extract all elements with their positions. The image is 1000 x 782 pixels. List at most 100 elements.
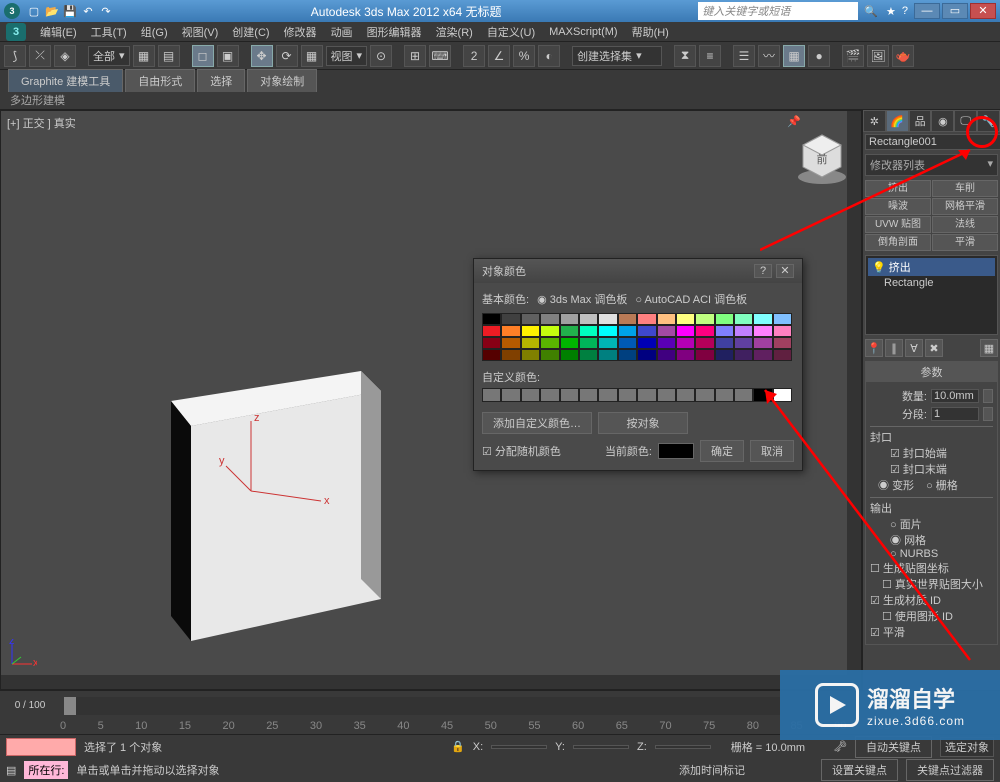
color-swatch[interactable] — [657, 313, 676, 325]
color-swatch[interactable] — [637, 313, 656, 325]
dialog-help-button[interactable]: ? — [754, 264, 772, 278]
named-sel-set[interactable]: 创建选择集 ▾ — [572, 46, 662, 66]
mod-lathe[interactable]: 车削 — [932, 180, 998, 197]
color-swatch[interactable] — [540, 337, 559, 349]
pivot-icon[interactable]: ⊙ — [370, 45, 392, 67]
unlink-icon[interactable]: ⤫ — [29, 45, 51, 67]
rotate-icon[interactable]: ⟳ — [276, 45, 298, 67]
color-swatch[interactable] — [579, 349, 598, 361]
mirror-icon[interactable]: ⧗ — [674, 45, 696, 67]
color-swatch[interactable] — [482, 349, 501, 361]
snap-pct-icon[interactable]: % — [513, 45, 535, 67]
realworld-check[interactable]: 真实世界贴图大小 — [870, 576, 993, 592]
select-rect-icon[interactable]: ◻ — [192, 45, 214, 67]
star-icon[interactable]: ★ — [886, 5, 896, 18]
pal-aci-radio[interactable]: AutoCAD ACI 调色板 — [635, 291, 747, 307]
coord-y[interactable] — [573, 745, 629, 749]
color-swatch[interactable] — [618, 313, 637, 325]
tab-display-icon[interactable]: 🖵 — [954, 110, 977, 132]
mod-extrude[interactable]: 挤出 — [865, 180, 931, 197]
tab-create-icon[interactable]: ✲ — [863, 110, 886, 132]
cap-start-check[interactable]: 封口始端 — [870, 445, 993, 461]
custom-swatch[interactable] — [482, 388, 501, 402]
modifier-stack[interactable]: 💡 挤出 Rectangle — [865, 255, 998, 335]
color-swatch[interactable] — [560, 337, 579, 349]
move-icon[interactable]: ✥ — [251, 45, 273, 67]
color-swatch[interactable] — [540, 325, 559, 337]
window-crossing-icon[interactable]: ▣ — [217, 45, 239, 67]
color-swatch[interactable] — [695, 349, 714, 361]
patch-radio[interactable]: 面片 — [870, 516, 993, 532]
color-swatch[interactable] — [501, 337, 520, 349]
color-swatch[interactable] — [482, 325, 501, 337]
mod-noise[interactable]: 噪波 — [865, 198, 931, 215]
color-swatch[interactable] — [753, 349, 772, 361]
current-color-swatch[interactable] — [658, 443, 694, 459]
color-swatch[interactable] — [715, 325, 734, 337]
lock-icon[interactable]: 🔒 — [451, 740, 465, 753]
color-swatch[interactable] — [598, 349, 617, 361]
color-swatch[interactable] — [753, 337, 772, 349]
color-swatch[interactable] — [773, 313, 792, 325]
bind-icon[interactable]: ◈ — [54, 45, 76, 67]
add-custom-button[interactable]: 添加自定义颜色… — [482, 412, 592, 434]
menu-tools[interactable]: 工具(T) — [91, 24, 127, 40]
by-object-button[interactable]: 按对象 — [598, 412, 688, 434]
cap-end-check[interactable]: 封口末端 — [870, 461, 993, 477]
tab-freeform[interactable]: 自由形式 — [125, 69, 195, 92]
layers-icon[interactable]: ☰ — [733, 45, 755, 67]
menu-graph[interactable]: 图形编辑器 — [367, 24, 422, 40]
amount-input[interactable]: 10.0mm — [931, 389, 979, 403]
scale-icon[interactable]: ▦ — [301, 45, 323, 67]
color-swatch[interactable] — [715, 349, 734, 361]
menu-animation[interactable]: 动画 — [331, 24, 353, 40]
mod-normal[interactable]: 法线 — [932, 216, 998, 233]
setkey-button[interactable]: 设置关键点 — [821, 759, 898, 781]
scene-object[interactable]: x y z — [131, 341, 411, 661]
morph-radio[interactable]: 变形 — [878, 477, 914, 493]
color-swatch[interactable] — [598, 337, 617, 349]
menu-modifiers[interactable]: 修改器 — [284, 24, 317, 40]
qat-undo-icon[interactable]: ↶ — [80, 3, 96, 19]
nurbs-radio[interactable]: NURBS — [870, 548, 993, 560]
useshape-check[interactable]: 使用图形 ID — [870, 608, 993, 624]
viewport-pin-icon[interactable]: 📌 — [787, 115, 801, 128]
maxscript-icon[interactable]: ▤ — [6, 764, 16, 777]
stack-item-rectangle[interactable]: Rectangle — [868, 276, 995, 290]
ribbon-sub[interactable]: 多边形建模 — [0, 92, 1000, 110]
selection-filter[interactable]: 全部 ▾ — [88, 46, 130, 66]
color-swatch[interactable] — [637, 325, 656, 337]
color-swatch[interactable] — [540, 349, 559, 361]
menu-customize[interactable]: 自定义(U) — [487, 24, 535, 40]
stack-item-extrude[interactable]: 💡 挤出 — [868, 258, 995, 276]
viewport-scroll-h[interactable] — [1, 675, 847, 689]
color-swatch[interactable] — [773, 325, 792, 337]
key-icon[interactable]: 🗝 — [833, 740, 847, 753]
tab-utilities-icon[interactable]: 🔧 — [977, 110, 1000, 132]
color-swatch[interactable] — [734, 313, 753, 325]
genmat-check[interactable]: 生成材质 ID — [870, 592, 993, 608]
close-button[interactable]: ✕ — [970, 3, 996, 19]
color-swatch[interactable] — [579, 313, 598, 325]
color-swatch[interactable] — [657, 349, 676, 361]
render-setup-icon[interactable]: 🎬 — [842, 45, 864, 67]
tab-select[interactable]: 选择 — [197, 69, 245, 92]
menu-edit[interactable]: 编辑(E) — [40, 24, 77, 40]
mesh-radio[interactable]: 网格 — [870, 532, 993, 548]
color-swatch[interactable] — [618, 325, 637, 337]
curve-editor-icon[interactable]: 〰 — [758, 45, 780, 67]
mod-bevelprofile[interactable]: 倒角剖面 — [865, 234, 931, 251]
snap2-icon[interactable]: 2 — [463, 45, 485, 67]
tab-graphite[interactable]: Graphite 建模工具 — [8, 69, 123, 92]
object-name-input[interactable] — [865, 134, 1000, 150]
mod-uvw[interactable]: UVW 贴图 — [865, 216, 931, 233]
align-icon[interactable]: ≡ — [699, 45, 721, 67]
menu-group[interactable]: 组(G) — [141, 24, 168, 40]
add-time-tag[interactable]: 添加时间标记 — [679, 762, 745, 778]
coord-x[interactable] — [491, 745, 547, 749]
color-swatch[interactable] — [579, 325, 598, 337]
color-swatch[interactable] — [695, 337, 714, 349]
color-swatch[interactable] — [773, 337, 792, 349]
help-icon[interactable]: ? — [902, 5, 908, 17]
color-swatch[interactable] — [482, 337, 501, 349]
